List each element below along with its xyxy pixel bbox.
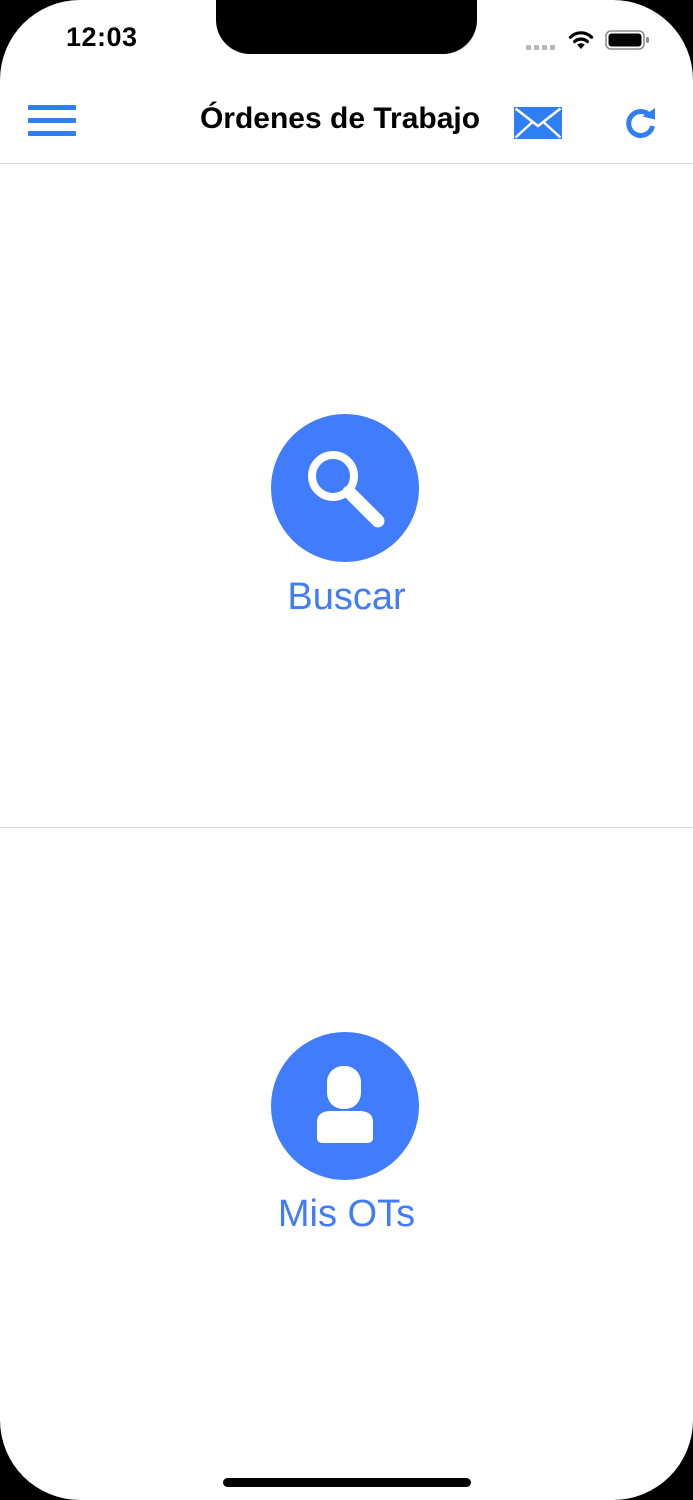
my-orders-circle[interactable]: [271, 1032, 419, 1180]
status-icons: [526, 26, 651, 54]
search-label: Buscar: [287, 576, 406, 618]
search-circle[interactable]: [271, 414, 419, 562]
my-orders-label: Mis OTs: [277, 1193, 416, 1235]
hamburger-menu-icon: [28, 105, 76, 110]
wifi-icon: [568, 31, 594, 49]
my-orders-section-button[interactable]: Mis OTs: [0, 829, 693, 1449]
menu-button[interactable]: [28, 105, 78, 139]
hamburger-menu-icon-bar: [28, 131, 76, 136]
cellular-signal-icon: [526, 30, 555, 50]
device-notch: [216, 0, 477, 54]
magnifying-glass-icon: [308, 451, 385, 528]
user-icon: [317, 1066, 373, 1143]
refresh-icon: [626, 108, 655, 138]
mail-button[interactable]: [514, 107, 564, 141]
envelope-icon: [514, 107, 562, 139]
page-title: Órdenes de Trabajo: [199, 102, 481, 135]
hamburger-menu-icon-bar: [28, 118, 76, 123]
search-section-button[interactable]: Buscar: [0, 164, 693, 828]
navigation-bar: Órdenes de Trabajo: [0, 80, 693, 164]
battery-icon: [605, 30, 649, 50]
refresh-button[interactable]: [622, 104, 660, 142]
home-indicator[interactable]: [223, 1478, 471, 1487]
phone-screen: 12:03 Órdenes de Trabajo Buscar Mis OTs: [0, 0, 693, 1500]
status-time: 12:03: [66, 22, 138, 52]
